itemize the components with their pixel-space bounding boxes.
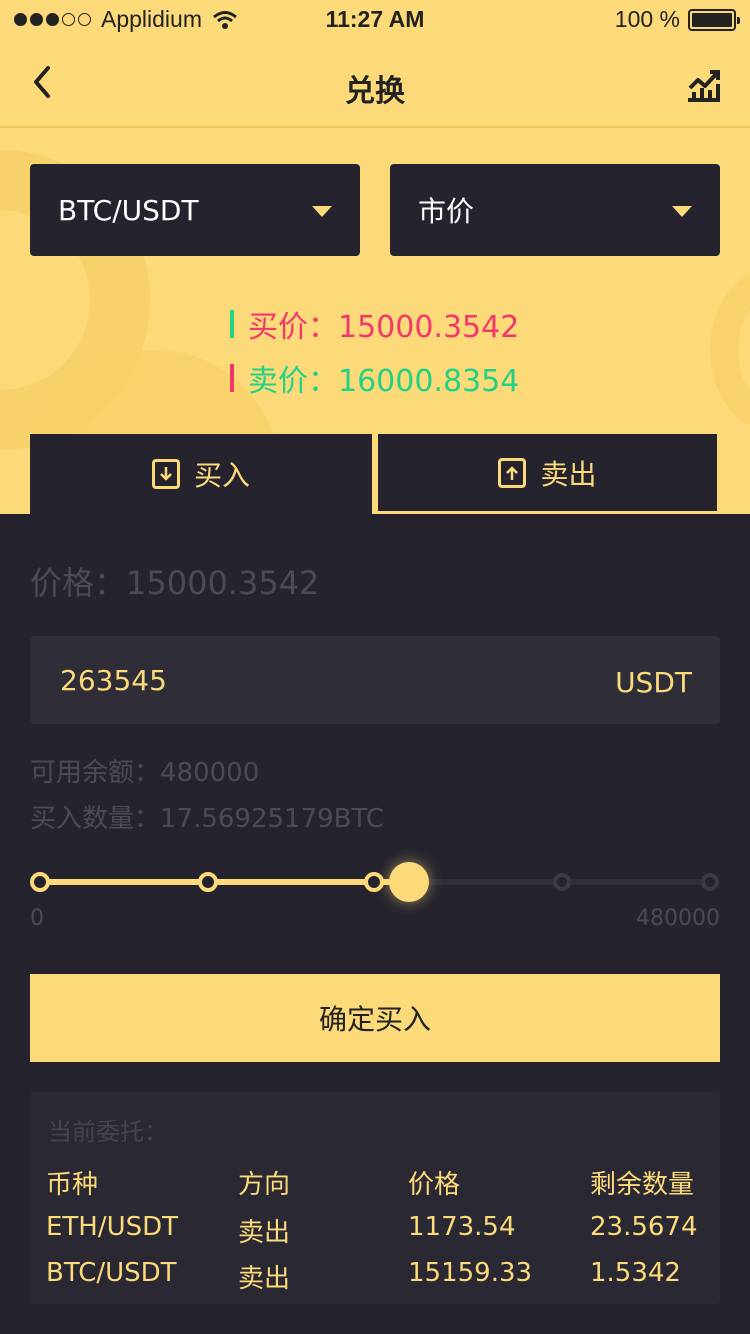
orders-header-row: 币种 方向 价格 剩余数量 [30,1164,720,1204]
sell-price: 卖价：16000.8354 [248,364,520,399]
upload-icon [498,457,527,488]
amount-unit: USDT [615,666,692,699]
buy-price-marker [230,310,234,338]
buy-quantity: 买入数量：17.56925179BTC [30,804,385,834]
tab-buy[interactable]: 买入 [30,434,372,514]
available-balance: 可用余额：480000 [30,758,260,788]
buy-price: 买价：15000.3542 [248,310,520,345]
amount-input[interactable]: 263545 USDT [30,636,720,724]
cell-coin: ETH/USDT [46,1212,179,1242]
caret-down-icon [672,206,692,217]
slider-max-label: 480000 [636,906,720,931]
slider-fill [40,879,409,885]
tab-sell-label: 卖出 [540,457,597,491]
cell-remaining: 23.5674 [590,1212,698,1242]
table-row[interactable]: ETH/USDT 卖出 1173.54 23.5674 [30,1212,720,1252]
cell-price: 1173.54 [408,1212,516,1242]
amount-value[interactable]: 263545 [60,664,167,697]
tab-sell[interactable]: 卖出 [375,434,720,514]
current-orders-panel: 当前委托： 币种 方向 价格 剩余数量 ETH/USDT 卖出 1173.54 … [30,1092,720,1304]
header-coin: 币种 [46,1170,99,1200]
battery-status: 100 % [614,6,740,33]
caret-down-icon [312,206,332,217]
slider-stop-50[interactable] [364,872,384,892]
order-type-select[interactable]: 市价 [390,164,720,256]
download-icon [151,459,180,489]
cell-coin: BTC/USDT [46,1258,177,1288]
slider-stop-100[interactable] [701,873,719,891]
orders-title: 当前委托： [48,1118,168,1146]
header-area: Applidium 11:27 AM 100 % 兑换 BTC/USDT 市价 … [0,0,750,514]
cell-remaining: 1.5342 [590,1258,681,1288]
order-type-value: 市价 [418,195,475,228]
pair-select[interactable]: BTC/USDT [30,164,360,256]
cell-direction: 卖出 [238,1264,291,1294]
sell-price-marker [230,364,234,392]
slider-stop-75[interactable] [553,873,571,891]
table-row[interactable]: BTC/USDT 卖出 15159.33 1.5342 [30,1258,720,1298]
header-remaining: 剩余数量 [590,1170,695,1200]
chart-icon[interactable] [684,64,724,104]
decor-ring-right [710,270,750,430]
tab-buy-label: 买入 [193,459,250,492]
sell-price-line: 卖价：16000.8354 [230,356,519,400]
header-direction: 方向 [238,1170,291,1200]
slider-stop-25[interactable] [198,872,218,892]
slider-stop-0[interactable] [30,872,50,892]
cell-direction: 卖出 [238,1218,291,1248]
page-title: 兑换 [345,74,405,109]
pair-select-value: BTC/USDT [58,193,199,227]
header-price: 价格 [408,1170,461,1200]
confirm-buy-button[interactable]: 确定买入 [30,974,720,1062]
slider-handle[interactable] [388,862,429,902]
status-bar: Applidium 11:27 AM 100 % [0,0,750,40]
buy-price-line: 买价：15000.3542 [230,302,519,346]
battery-icon [688,8,740,31]
cell-price: 15159.33 [408,1258,533,1288]
slider-min-label: 0 [30,906,44,931]
battery-percent: 100 % [614,6,680,32]
price-label: 价格：15000.3542 [30,564,320,602]
amount-slider[interactable] [30,860,720,904]
nav-bar: 兑换 [0,40,750,128]
